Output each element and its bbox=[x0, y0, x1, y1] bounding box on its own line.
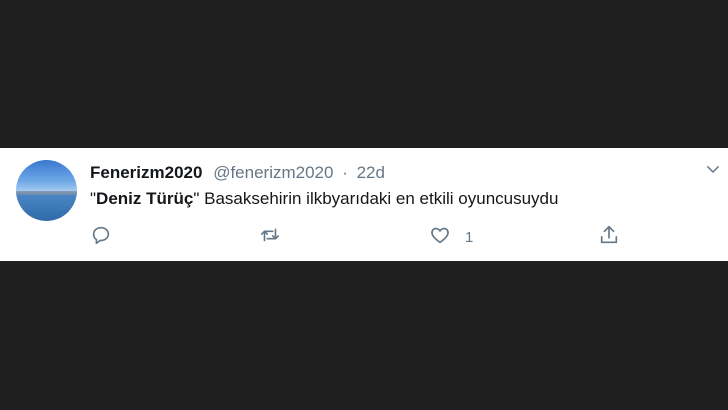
like-button[interactable]: 1 bbox=[429, 222, 473, 252]
tweet-card[interactable]: Fenerizm2020 @fenerizm2020 · 22d "Deniz … bbox=[0, 148, 728, 261]
separator-dot: · bbox=[342, 163, 348, 182]
mention-name: Deniz Türüç bbox=[96, 189, 194, 208]
reply-button[interactable] bbox=[90, 222, 112, 252]
reply-icon bbox=[90, 224, 112, 250]
avatar-horizon bbox=[16, 191, 77, 195]
avatar[interactable] bbox=[16, 160, 77, 221]
user-handle[interactable]: @fenerizm2020 bbox=[213, 163, 333, 182]
retweet-button[interactable] bbox=[259, 222, 281, 252]
tweet-text-body: Basaksehirin ilkbyarıdaki en etkili oyun… bbox=[199, 189, 559, 208]
share-icon bbox=[598, 224, 620, 250]
tweet-actions: 1 bbox=[0, 222, 728, 252]
tweet-text: "Deniz Türüç" Basaksehirin ilkbyarıdaki … bbox=[90, 188, 558, 210]
like-count: 1 bbox=[465, 228, 474, 246]
timestamp[interactable]: 22d bbox=[357, 163, 385, 182]
display-name[interactable]: Fenerizm2020 bbox=[90, 163, 202, 182]
retweet-icon bbox=[259, 224, 281, 250]
chevron-down-icon[interactable] bbox=[704, 160, 722, 178]
heart-icon bbox=[429, 224, 451, 250]
tweet-header: Fenerizm2020 @fenerizm2020 · 22d bbox=[90, 162, 385, 184]
share-button[interactable] bbox=[598, 222, 620, 252]
